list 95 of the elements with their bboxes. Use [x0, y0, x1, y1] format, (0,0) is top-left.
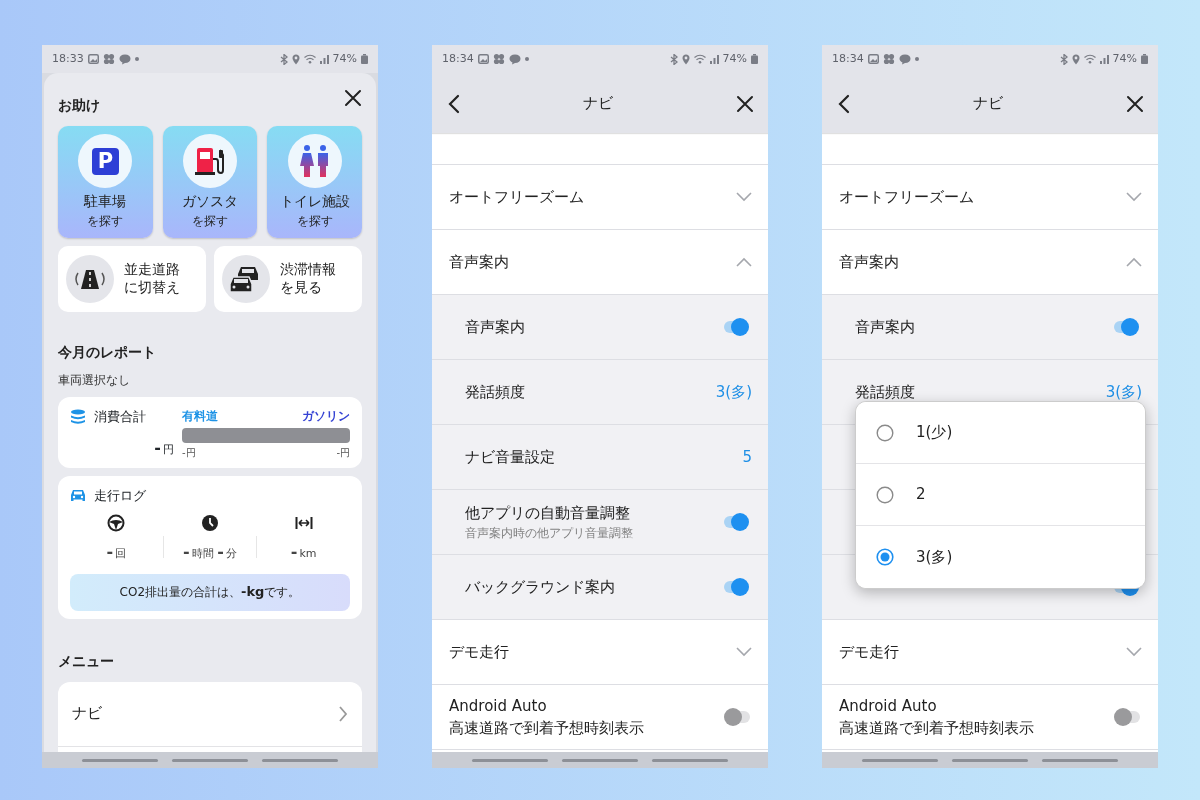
wifi-icon — [1083, 54, 1096, 64]
signal-icon — [709, 54, 719, 64]
wifi-icon — [303, 54, 316, 64]
setting-label: バックグラウンド案内 — [465, 577, 615, 596]
shortcut-card[interactable]: 渋滞情報 を見る — [214, 246, 362, 312]
toggle-switch[interactable] — [722, 706, 752, 728]
gasoline-label: ガソリン — [302, 408, 350, 425]
battery-icon — [1141, 54, 1148, 64]
card-title: 消費合計 — [94, 408, 146, 426]
fuel-cost: -円 — [336, 446, 350, 460]
setting-label: 音声案内 — [465, 317, 525, 336]
chat-icon — [898, 53, 911, 65]
battery-percent: 74% — [332, 50, 357, 67]
chevron-down-icon — [1126, 192, 1142, 202]
setting-row[interactable]: 発話頻度 3(多) — [432, 360, 768, 425]
location-icon — [681, 53, 690, 65]
clock-icon — [201, 513, 219, 532]
toggle-switch[interactable] — [722, 316, 752, 338]
chat-icon — [118, 53, 131, 65]
gallery-icon — [87, 54, 99, 64]
setting-label: 高速道路で到着予想時刻表示 — [449, 718, 644, 739]
toll-cost: -円 — [182, 446, 196, 460]
dot-icon — [914, 57, 919, 61]
setting-label: 他アプリの自動音量調整 — [465, 503, 630, 522]
gallery-icon — [867, 54, 879, 64]
shortcut-card[interactable]: 並走道路 に切替え — [58, 246, 206, 312]
chevron-up-icon — [736, 257, 752, 267]
database-icon — [70, 408, 86, 425]
vehicle-status: 車両選択なし — [58, 372, 131, 389]
close-icon — [736, 94, 754, 113]
setting-description: 音声案内時の他アプリ音量調整 — [465, 525, 633, 543]
chevron-down-icon — [1126, 647, 1142, 657]
battery-icon — [361, 54, 368, 64]
total-cost: -円 — [153, 437, 174, 459]
location-icon — [291, 53, 300, 65]
option-item[interactable]: 2 — [856, 464, 1145, 526]
steering-wheel-icon — [107, 513, 126, 532]
bluetooth-icon — [669, 53, 678, 65]
wifi-icon — [693, 54, 706, 64]
section-title: メニュー — [58, 651, 114, 671]
setting-label: Android Auto — [839, 695, 938, 717]
battery-icon — [751, 54, 758, 64]
search-tile[interactable]: ガソスタ を探す — [162, 126, 258, 238]
search-tile[interactable]: トイレ施設 を探す — [267, 126, 362, 238]
location-icon — [1071, 53, 1080, 65]
menu-item[interactable]: ナビ — [58, 681, 362, 747]
car-icon — [70, 489, 86, 503]
pinwheel-icon — [492, 53, 505, 65]
gallery-icon — [477, 54, 489, 64]
chevron-down-icon — [736, 192, 752, 202]
stat-value: -時間 -分 — [183, 540, 237, 563]
signal-icon — [319, 54, 329, 64]
chevron-up-icon — [1126, 257, 1142, 267]
toggle-switch[interactable] — [1112, 316, 1142, 338]
option-item[interactable]: 1(少) — [856, 402, 1145, 464]
status-time: 18:33 — [52, 50, 84, 67]
search-tile[interactable]: P 駐車場 を探す — [58, 126, 153, 238]
screen-title: ナビ — [583, 92, 613, 114]
battery-percent: 74% — [1112, 50, 1137, 67]
fuel-pump-icon — [195, 145, 225, 177]
option-item[interactable]: 3(多) — [856, 526, 1145, 588]
close-icon — [344, 88, 362, 107]
stat-value: -km — [290, 540, 317, 563]
toggle-switch[interactable] — [722, 576, 752, 598]
setting-label: Android Auto — [449, 695, 548, 717]
signal-icon — [1099, 54, 1109, 64]
setting-label: 高速道路で到着予想時刻表示 — [839, 718, 1034, 739]
toll-road-label: 有料道 — [182, 408, 218, 425]
back-icon — [838, 93, 850, 114]
status-time: 18:34 — [832, 50, 864, 67]
chat-icon — [508, 53, 521, 65]
dot-icon — [134, 57, 139, 61]
section-title: お助け — [58, 96, 100, 115]
toggle-switch[interactable] — [1112, 706, 1142, 728]
close-icon — [1126, 94, 1144, 113]
co2-summary: CO2排出量の合計は、-kgです。 — [70, 573, 350, 611]
pinwheel-icon — [882, 53, 895, 65]
card-title: 走行ログ — [94, 487, 146, 505]
screen-title: ナビ — [973, 92, 1003, 114]
status-time: 18:34 — [442, 50, 474, 67]
pinwheel-icon — [102, 53, 115, 65]
chevron-down-icon — [736, 647, 752, 657]
toggle-switch[interactable] — [722, 511, 752, 533]
setting-row[interactable]: ナビ音量設定 5 — [432, 425, 768, 490]
battery-percent: 74% — [722, 50, 747, 67]
back-icon — [448, 93, 460, 114]
bluetooth-icon — [1059, 53, 1068, 65]
dot-icon — [524, 57, 529, 61]
setting-label: 音声案内 — [855, 317, 915, 336]
road-switch-icon — [73, 267, 107, 291]
bluetooth-icon — [279, 53, 288, 65]
stat-value: -回 — [106, 540, 127, 563]
parking-icon: P — [91, 147, 119, 175]
chevron-right-icon — [338, 705, 348, 722]
section-title: 今月のレポート — [58, 343, 156, 362]
